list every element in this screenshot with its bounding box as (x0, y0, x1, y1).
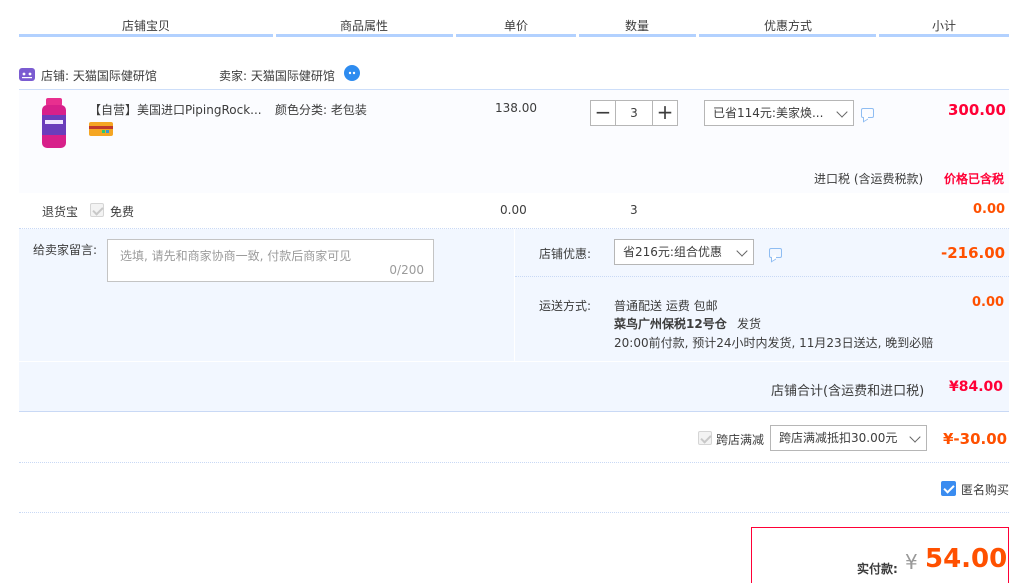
qty-increase-button[interactable]: + (652, 100, 678, 126)
return-insurance-label: 退货宝 (42, 205, 79, 219)
cross-shop-checkbox[interactable] (698, 431, 712, 445)
message-icon[interactable] (769, 248, 782, 258)
shop-name[interactable]: 店铺: 天猫国际健研馆 (41, 67, 157, 84)
shipping-row: 运送方式: 普通配送 运费 包邮 菜鸟广州保税12号仓 发货 20:00前付款,… (515, 277, 1009, 361)
payment-currency: ¥ (905, 550, 918, 574)
shop-subtotal-row: 店铺合计(含运费和进口税) ¥84.00 (19, 361, 1009, 412)
payment-label: 实付款: (857, 562, 898, 576)
message-counter: 0/200 (389, 263, 424, 277)
return-insurance-price: 0.00 (500, 203, 527, 217)
order-options-block: 给卖家留言: 选填, 请先和商家协商一致, 付款后商家可见 0/200 店铺优惠… (19, 229, 1009, 361)
tax-included-note: 价格已含税 (944, 172, 1005, 186)
header-line (276, 34, 453, 37)
cross-shop-amount: ¥-30.00 (943, 430, 1008, 448)
shipping-label: 运送方式: (539, 299, 592, 313)
shop-row: 店铺: 天猫国际健研馆 卖家: 天猫国际健研馆 (19, 62, 1009, 90)
anonymous-row: 匿名购买 (19, 463, 1009, 513)
return-insurance-subtotal: 0.00 (973, 202, 1006, 217)
col-price: 单价 (504, 19, 529, 33)
shop-discount-value: 省216元:组合优惠 (623, 245, 722, 259)
col-quantity: 数量 (625, 19, 650, 33)
card-badge-icon (89, 122, 113, 136)
message-label: 给卖家留言: (33, 243, 98, 257)
col-shop-item: 店铺宝贝 (122, 19, 171, 33)
import-tax-label: 进口税 (含运费税款) (814, 172, 924, 186)
seller-name[interactable]: 卖家: 天猫国际健研馆 (219, 67, 335, 84)
qty-input[interactable]: 3 (616, 100, 652, 126)
cross-shop-row: 跨店满减 跨店满减抵扣30.00元 ¥-30.00 (19, 413, 1009, 463)
col-subtotal: 小计 (932, 19, 957, 33)
col-discount: 优惠方式 (764, 19, 813, 33)
message-placeholder: 选填, 请先和商家协商一致, 付款后商家可见 (120, 249, 352, 263)
header-line (19, 34, 273, 37)
shop-discount-amount: -216.00 (941, 244, 1006, 262)
message-textarea[interactable]: 选填, 请先和商家协商一致, 付款后商家可见 0/200 (107, 239, 434, 282)
table-header: 店铺宝贝 商品属性 单价 数量 优惠方式 小计 (19, 0, 1009, 38)
item-discount-value: 已省114元:美家焕... (713, 106, 824, 120)
return-insurance-row: 退货宝 免费 0.00 3 0.00 (19, 193, 1009, 229)
item-discount-select[interactable]: 已省114元:美家焕... (704, 100, 854, 126)
shop-total-label: 店铺合计(含运费和进口税) (771, 384, 925, 399)
shop-discount-select[interactable]: 省216元:组合优惠 (614, 239, 754, 265)
header-line (456, 34, 576, 37)
header-line (699, 34, 876, 37)
qty-decrease-button[interactable]: − (590, 100, 616, 126)
return-insurance-qty: 3 (630, 203, 638, 217)
product-attribute: 颜色分类: 老包装 (275, 103, 367, 117)
anonymous-label: 匿名购买 (961, 483, 1010, 497)
cross-shop-value: 跨店满减抵扣30.00元 (779, 431, 898, 445)
anonymous-checkbox[interactable] (941, 481, 956, 496)
shop-discount-label: 店铺优惠: (539, 247, 592, 261)
chevron-down-icon (836, 106, 848, 118)
chevron-down-icon (909, 431, 921, 443)
return-insurance-option: 免费 (110, 205, 135, 219)
wangwang-chat-icon[interactable] (344, 65, 360, 81)
header-line (879, 34, 1009, 37)
item-subtotal: 300.00 (948, 101, 1006, 119)
payment-amount: 54.00 (925, 544, 1008, 574)
cross-shop-select[interactable]: 跨店满减抵扣30.00元 (770, 425, 927, 451)
shipping-ship-word: 发货 (737, 317, 762, 331)
item-block: 【自营】美国进口PipingRock... 颜色分类: 老包装 138.00 −… (19, 89, 1009, 193)
shipping-eta: 20:00前付款, 预计24小时内发货, 11月23日送达, 晚到必赔 (614, 336, 934, 350)
return-insurance-checkbox[interactable] (90, 203, 104, 217)
product-thumbnail[interactable] (39, 98, 69, 150)
payment-total-box: 实付款: ¥ 54.00 (751, 527, 1009, 583)
header-line (579, 34, 696, 37)
chevron-down-icon (736, 245, 748, 257)
col-attributes: 商品属性 (340, 19, 389, 33)
shipping-method: 普通配送 运费 包邮 (614, 299, 718, 313)
product-title[interactable]: 【自营】美国进口PipingRock... (89, 101, 262, 118)
tmall-shop-icon (19, 68, 35, 81)
shipping-amount: 0.00 (972, 295, 1005, 310)
unit-price: 138.00 (495, 101, 537, 115)
shipping-warehouse: 菜鸟广州保税12号仓 (614, 317, 727, 331)
shop-total-amount: ¥84.00 (949, 379, 1004, 395)
shop-discount-row: 店铺优惠: 省216元:组合优惠 -216.00 (515, 229, 1009, 277)
cross-shop-label: 跨店满减 (716, 433, 765, 447)
message-icon[interactable] (861, 108, 874, 118)
